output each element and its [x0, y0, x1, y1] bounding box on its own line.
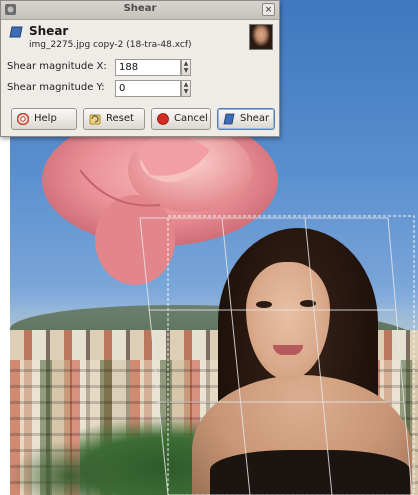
reset-label: Reset	[106, 113, 134, 124]
close-icon[interactable]: ×	[262, 3, 275, 16]
shear-y-row: Shear magnitude Y: 0 ▲ ▼	[7, 80, 275, 98]
shear-tool-icon	[9, 26, 23, 38]
help-label: Help	[34, 113, 57, 124]
dialog-heading: Shear	[29, 24, 69, 38]
shear-button[interactable]: Shear	[217, 108, 275, 130]
left-eye	[256, 301, 272, 308]
spin-down-icon[interactable]: ▼	[182, 67, 190, 74]
girl-clothing	[210, 450, 410, 495]
spin-up-icon[interactable]: ▲	[182, 81, 190, 88]
dialog-header: Shear img_2275.jpg copy-2 (18-tra-48.xcf…	[7, 23, 275, 51]
spin-down-icon[interactable]: ▼	[182, 88, 190, 95]
spin-up-icon[interactable]: ▲	[182, 60, 190, 67]
shear-y-input[interactable]: 0	[115, 80, 181, 97]
shear-label: Shear	[240, 113, 270, 124]
cancel-button[interactable]: Cancel	[151, 108, 211, 130]
shear-x-input[interactable]: 188	[115, 59, 181, 76]
shear-x-label: Shear magnitude X:	[7, 61, 107, 72]
help-button[interactable]: Help	[11, 108, 77, 130]
help-icon	[17, 113, 29, 125]
shear-icon	[223, 113, 235, 125]
trees-left	[10, 440, 130, 495]
shear-y-spinner[interactable]: ▲ ▼	[181, 80, 191, 97]
shear-y-label: Shear magnitude Y:	[7, 82, 105, 93]
cancel-label: Cancel	[174, 113, 208, 124]
dialog-title: Shear	[123, 3, 157, 14]
cancel-icon	[157, 113, 169, 125]
image-thumbnail	[249, 24, 273, 50]
reset-icon	[89, 114, 101, 125]
shear-x-spinner[interactable]: ▲ ▼	[181, 59, 191, 76]
shear-x-row: Shear magnitude X: 188 ▲ ▼	[7, 59, 275, 77]
image-name: img_2275.jpg copy-2 (18-tra-48.xcf)	[29, 40, 192, 50]
dialog-titlebar[interactable]: Shear ×	[1, 1, 279, 20]
reset-button[interactable]: Reset	[83, 108, 145, 130]
shear-dialog[interactable]: Shear × Shear img_2275.jpg copy-2 (18-tr…	[0, 0, 280, 137]
right-eye	[300, 300, 316, 307]
